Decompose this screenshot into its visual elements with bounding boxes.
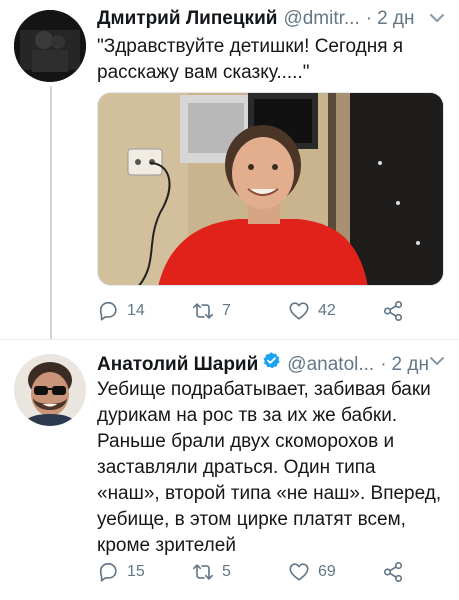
thread-line [50,86,52,340]
author-handle[interactable]: @dmitr... [283,8,359,30]
reply-count: 15 [127,563,145,580]
chevron-down-icon[interactable] [429,355,445,367]
tweet-1[interactable]: Дмитрий Липецкий @dmitr... · 2 дн "Здрав… [0,0,459,340]
reply-icon [99,301,117,321]
reply-count: 14 [127,302,145,319]
retweet-count: 5 [222,563,231,580]
share-button[interactable] [382,561,404,583]
like-count: 42 [318,302,336,319]
retweet-icon [193,303,213,319]
retweet-count: 7 [222,302,231,319]
tweet-text: Уебище подрабатывает, забивая баки дурик… [97,379,442,556]
tweet-2[interactable]: Анатолий Шарий @anatol... · 2 дн Уебище … [0,340,459,600]
tweet-actions: 14 7 42 [97,300,417,326]
avatar-anatoliy[interactable] [14,354,86,426]
share-icon [383,301,403,321]
share-button[interactable] [382,300,404,322]
avatar-dmitriy[interactable] [14,10,86,82]
like-button[interactable]: 69 [288,561,336,583]
like-count: 69 [318,563,336,580]
tweet-photo[interactable] [97,92,444,286]
verified-badge-icon [263,352,280,369]
retweet-icon [193,564,213,580]
author-name[interactable]: Дмитрий Липецкий [97,8,277,30]
share-icon [383,562,403,582]
heart-icon [289,563,309,581]
retweet-button[interactable]: 7 [192,300,231,322]
reply-icon [99,562,117,582]
reply-button[interactable]: 15 [97,561,145,583]
timestamp[interactable]: 2 дн [377,8,414,30]
tweet-text: "Здравствуйте детишки! Сегодня я расскаж… [97,36,404,83]
reply-button[interactable]: 14 [97,300,145,322]
chevron-down-icon[interactable] [429,12,445,24]
retweet-button[interactable]: 5 [192,561,231,583]
tweet-actions: 15 5 69 [97,561,417,587]
timestamp[interactable]: 2 дн [392,354,429,376]
separator-dot: · [380,354,387,375]
author-handle[interactable]: @anatol... [287,354,374,376]
separator-dot: · [365,8,373,29]
tweet-header: Анатолий Шарий @anatol... · 2 дн [97,351,445,376]
heart-icon [289,302,309,320]
like-button[interactable]: 42 [288,300,336,322]
author-name[interactable]: Анатолий Шарий [97,354,258,376]
tweet-header: Дмитрий Липецкий @dmitr... · 2 дн [97,8,445,30]
